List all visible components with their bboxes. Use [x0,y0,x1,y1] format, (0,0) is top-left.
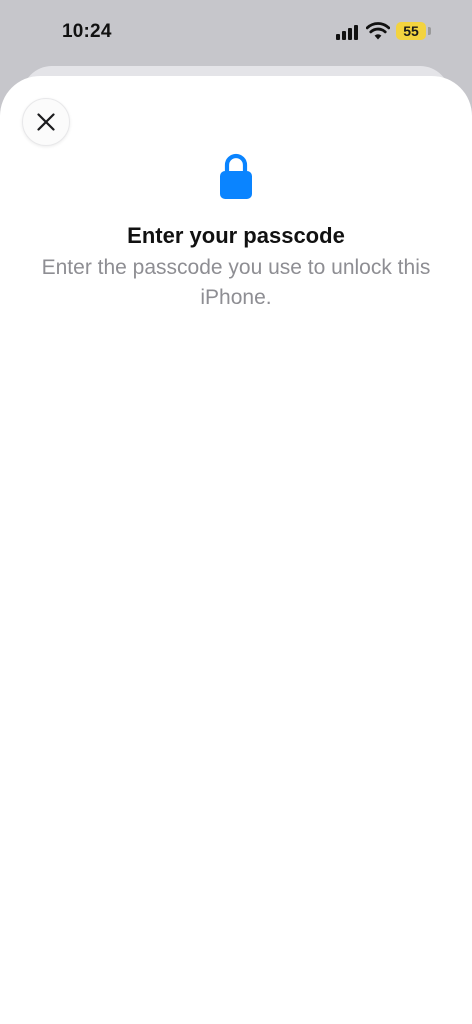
status-time: 10:24 [62,21,112,42]
phone-screen: 10:24 55 Enter your passcode Enter the p… [0,0,472,1024]
battery-tip [428,27,431,35]
close-button[interactable] [22,98,70,146]
lock-icon [220,153,252,199]
battery-indicator: 55 [396,22,426,40]
status-bar: 10:24 55 [0,0,472,64]
close-icon [37,113,55,131]
passcode-sheet: Enter your passcode Enter the passcode y… [0,76,472,1024]
battery-level: 55 [403,23,419,39]
page-subtitle: Enter the passcode you use to unlock thi… [41,256,431,309]
cellular-signal-icon [336,24,360,40]
wifi-icon [366,22,390,40]
page-title: Enter your passcode [127,223,345,248]
